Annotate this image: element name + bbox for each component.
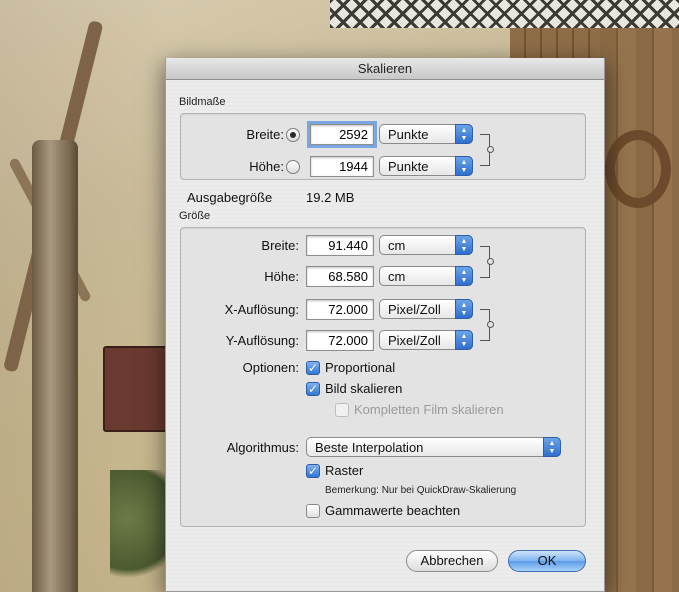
- label-y-aufloesung: Y-Auflösung:: [225, 333, 299, 348]
- updown-arrows-icon: ▲ ▼: [543, 437, 561, 457]
- bild-skalieren-checkbox[interactable]: ✓: [306, 382, 320, 396]
- hoehe-unit-popup[interactable]: cm ▲ ▼: [379, 266, 473, 286]
- tree-trunk: [32, 140, 78, 592]
- bild-skalieren-label: Bild skalieren: [325, 381, 403, 396]
- y-aufloesung-unit-popup[interactable]: Pixel/Zoll ▲ ▼: [379, 330, 473, 350]
- chain-link-icon: [487, 146, 494, 153]
- radio-breite[interactable]: [286, 128, 300, 142]
- popup-value: Beste Interpolation: [315, 440, 424, 455]
- label-breite: Breite:: [261, 238, 299, 253]
- ok-button[interactable]: OK: [508, 550, 586, 572]
- radio-hoehe[interactable]: [286, 160, 300, 174]
- raster-checkbox[interactable]: ✓: [306, 464, 320, 478]
- wooden-door: [600, 28, 679, 592]
- chain-link-icon: [487, 321, 494, 328]
- popup-value: Punkte: [388, 159, 429, 174]
- y-aufloesung-field[interactable]: 72.000: [306, 330, 374, 351]
- updown-arrows-icon: ▲ ▼: [455, 330, 473, 350]
- cancel-button[interactable]: Abbrechen: [406, 550, 498, 572]
- ausgabegroesse-value: 19.2 MB: [306, 190, 355, 205]
- breite-pixel-field[interactable]: 2592: [310, 124, 374, 145]
- checkmark-icon: ✓: [307, 464, 319, 478]
- section-label-bildmasse: Bildmaße: [179, 96, 226, 108]
- lattice-fence: [330, 0, 679, 28]
- updown-arrows-icon: ▲ ▼: [455, 156, 473, 176]
- label-hoehe-pixel: Höhe:: [249, 159, 284, 174]
- kompletten-film-checkbox: [335, 403, 349, 417]
- plant: [110, 470, 170, 592]
- dialog-title: Skalieren: [166, 58, 604, 80]
- popup-value: Punkte: [388, 127, 429, 142]
- label-optionen: Optionen:: [242, 360, 299, 375]
- updown-arrows-icon: ▲ ▼: [455, 266, 473, 286]
- kompletten-film-label: Kompletten Film skalieren: [354, 402, 504, 417]
- hoehe-pixel-unit-popup[interactable]: Punkte ▲ ▼: [379, 156, 473, 176]
- chain-link-icon: [487, 258, 494, 265]
- label-breite-pixel: Breite:: [246, 127, 284, 142]
- popup-value: Pixel/Zoll: [388, 333, 441, 348]
- gammawerte-label: Gammawerte beachten: [325, 503, 461, 518]
- popup-value: cm: [388, 269, 406, 284]
- updown-arrows-icon: ▲ ▼: [455, 299, 473, 319]
- proportional-checkbox[interactable]: ✓: [306, 361, 320, 375]
- breite-field[interactable]: 91.440: [306, 235, 374, 256]
- label-x-aufloesung: X-Auflösung:: [224, 302, 299, 317]
- label-hoehe: Höhe:: [264, 269, 299, 284]
- popup-value: cm: [388, 238, 406, 253]
- checkmark-icon: ✓: [307, 382, 319, 396]
- scale-dialog: Skalieren Bildmaße Breite: 2592 Punkte ▲…: [165, 58, 605, 592]
- proportional-label: Proportional: [325, 360, 396, 375]
- x-aufloesung-unit-popup[interactable]: Pixel/Zoll ▲ ▼: [379, 299, 473, 319]
- mailbox: [103, 346, 173, 432]
- raster-label: Raster: [325, 463, 364, 478]
- updown-arrows-icon: ▲ ▼: [455, 235, 473, 255]
- label-algorithmus: Algorithmus:: [226, 440, 299, 455]
- gammawerte-checkbox[interactable]: [306, 504, 320, 518]
- section-label-groesse: Größe: [179, 210, 211, 222]
- hoehe-field[interactable]: 68.580: [306, 266, 374, 287]
- x-aufloesung-field[interactable]: 72.000: [306, 299, 374, 320]
- algorithmus-popup[interactable]: Beste Interpolation ▲ ▼: [306, 437, 561, 457]
- popup-value: Pixel/Zoll: [388, 302, 441, 317]
- wreath: [605, 130, 671, 208]
- updown-arrows-icon: ▲ ▼: [455, 124, 473, 144]
- hoehe-pixel-field[interactable]: 1944: [310, 156, 374, 177]
- label-ausgabegroesse: Ausgabegröße: [187, 190, 273, 205]
- checkmark-icon: ✓: [307, 361, 319, 375]
- bemerkung-note: Bemerkung: Nur bei QuickDraw-Skalierung: [325, 485, 517, 496]
- breite-unit-popup[interactable]: cm ▲ ▼: [379, 235, 473, 255]
- breite-pixel-unit-popup[interactable]: Punkte ▲ ▼: [379, 124, 473, 144]
